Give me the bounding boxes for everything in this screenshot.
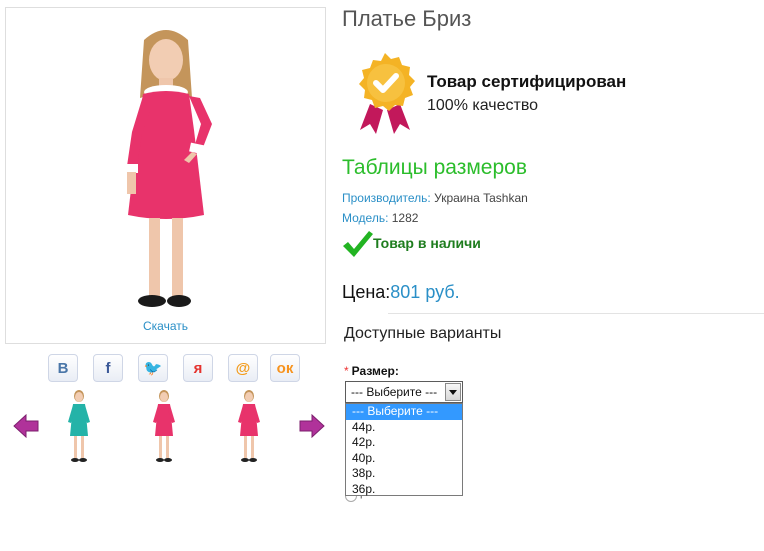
manufacturer-value: Украина Tashkan: [434, 191, 528, 205]
size-dropdown-list: --- Выберите --- 44р. 42р. 40р. 38р. 36р.: [345, 403, 463, 496]
facebook-icon-glyph: f: [105, 359, 111, 377]
price-row: Цена:801 руб.: [342, 282, 460, 303]
certificate-title: Товар сертифицирован: [427, 72, 627, 91]
required-mark: *: [344, 364, 349, 378]
certificate-subtitle: 100% качество: [427, 97, 539, 114]
prev-arrow-icon[interactable]: [13, 414, 39, 438]
dropdown-arrow-icon[interactable]: [445, 383, 461, 401]
size-option[interactable]: 38р.: [346, 466, 462, 482]
variants-heading: Доступные варианты: [344, 325, 502, 342]
size-option[interactable]: 44р.: [346, 420, 462, 436]
download-link[interactable]: Скачать: [6, 319, 325, 333]
in-stock-check-icon: [343, 231, 373, 257]
size-table-link[interactable]: Таблицы размеров: [342, 156, 527, 180]
vk-icon[interactable]: В: [48, 354, 78, 382]
next-arrow-icon[interactable]: [299, 414, 325, 438]
facebook-icon[interactable]: f: [93, 354, 123, 382]
mailru-icon-glyph: @: [235, 359, 251, 377]
product-thumbnail[interactable]: [227, 388, 271, 464]
size-option[interactable]: 36р.: [346, 482, 462, 498]
divider: [388, 313, 764, 314]
size-select-value: --- Выберите ---: [351, 385, 438, 399]
twitter-icon-glyph: 🐦: [143, 359, 163, 377]
odnoklassniki-icon[interactable]: ок: [270, 354, 300, 382]
price-label: Цена:: [342, 282, 391, 302]
size-select[interactable]: --- Выберите ---: [345, 381, 463, 403]
price-value: 801 руб.: [390, 282, 460, 302]
certified-badge-icon: [359, 53, 415, 134]
yaru-icon-glyph: я: [193, 359, 203, 377]
mailru-icon[interactable]: @: [228, 354, 258, 382]
stock-status: Товар в наличи: [373, 235, 481, 251]
size-option[interactable]: --- Выберите ---: [346, 404, 462, 420]
model-label: Модель:: [342, 211, 389, 225]
size-label: * Размер:: [344, 364, 399, 378]
product-photo[interactable]: [66, 20, 266, 320]
product-thumbnail[interactable]: [57, 388, 101, 464]
yaru-icon[interactable]: я: [183, 354, 213, 382]
vk-icon-glyph: В: [57, 359, 69, 377]
size-label-text: Размер:: [351, 364, 399, 378]
twitter-icon[interactable]: 🐦: [138, 354, 168, 382]
model-row: Модель: 1282: [342, 211, 418, 225]
product-thumbnail[interactable]: [142, 388, 186, 464]
manufacturer-label[interactable]: Производитель:: [342, 191, 431, 205]
product-title: Платье Бриз: [342, 6, 472, 31]
main-image-box: Скачать: [5, 7, 326, 344]
size-option[interactable]: 42р.: [346, 435, 462, 451]
model-value: 1282: [391, 211, 419, 225]
odnoklassniki-icon-glyph: ок: [276, 359, 294, 377]
size-option[interactable]: 40р.: [346, 451, 462, 467]
manufacturer-row: Производитель: Украина Tashkan: [342, 191, 528, 205]
